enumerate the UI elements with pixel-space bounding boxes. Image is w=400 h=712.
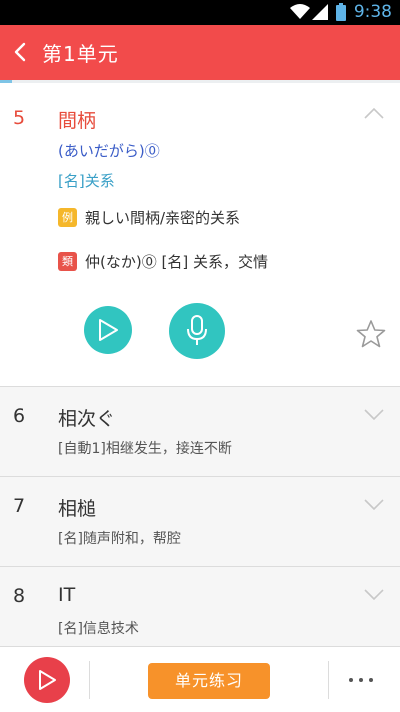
example-text: 親しい間柄/亲密的关系: [85, 209, 241, 227]
more-options-icon[interactable]: [349, 678, 373, 682]
unit-practice-button[interactable]: 单元练习: [148, 663, 270, 699]
word-meaning: [名]关系: [58, 172, 115, 190]
word-text: 相次ぐ: [58, 408, 116, 430]
example-row: 例 親しい間柄/亲密的关系: [58, 207, 240, 228]
word-text: IT: [58, 584, 76, 606]
similar-text: 仲(なか)⓪ [名] 关系，交情: [85, 253, 268, 271]
back-arrow-icon[interactable]: [10, 41, 32, 63]
word-number: 8: [13, 585, 26, 607]
list-item[interactable]: 8 IT [名]信息技术: [0, 566, 400, 656]
battery-icon: [336, 3, 346, 21]
similar-tag: 類: [58, 252, 77, 271]
status-time: 9:38: [353, 2, 392, 22]
app-header: 第1单元: [0, 25, 400, 80]
play-icon: [39, 670, 56, 690]
chevron-down-icon[interactable]: [364, 499, 384, 511]
list-item[interactable]: 6 相次ぐ [自動1]相继发生，接连不断: [0, 386, 400, 476]
word-text: 相槌: [58, 498, 97, 520]
play-icon: [99, 319, 118, 341]
word-meaning: [自動1]相继发生，接连不断: [58, 441, 232, 457]
example-tag: 例: [58, 208, 77, 227]
word-text: 間柄: [58, 110, 97, 132]
word-meaning: [名]随声附和，帮腔: [58, 531, 181, 547]
wifi-icon: [290, 4, 310, 19]
bottom-toolbar: 单元练习: [0, 646, 400, 712]
chevron-up-icon[interactable]: [364, 107, 384, 119]
play-pronunciation-button[interactable]: [84, 306, 132, 354]
similar-row: 類 仲(なか)⓪ [名] 关系，交情: [58, 251, 268, 272]
status-bar: 9:38: [0, 0, 400, 25]
toolbar-divider: [89, 661, 90, 699]
record-voice-button[interactable]: [169, 303, 225, 359]
list-item[interactable]: 7 相槌 [名]随声附和，帮腔: [0, 476, 400, 566]
page-title: 第1单元: [42, 42, 119, 66]
toolbar-divider: [328, 661, 329, 699]
word-meaning: [名]信息技术: [58, 621, 139, 637]
signal-icon: [312, 4, 328, 20]
word-number: 5: [13, 107, 26, 129]
play-all-button[interactable]: [24, 657, 70, 703]
word-card-expanded[interactable]: 5 間柄 (あいだがら)⓪ [名]关系 例 親しい間柄/亲密的关系 類 仲(なか…: [0, 83, 400, 386]
chevron-down-icon[interactable]: [364, 409, 384, 421]
microphone-icon: [187, 315, 207, 345]
favorite-star-icon[interactable]: [356, 319, 386, 349]
chevron-down-icon[interactable]: [364, 589, 384, 601]
word-reading: (あいだがら)⓪: [58, 142, 160, 160]
word-number: 6: [13, 405, 26, 427]
word-number: 7: [13, 495, 26, 517]
